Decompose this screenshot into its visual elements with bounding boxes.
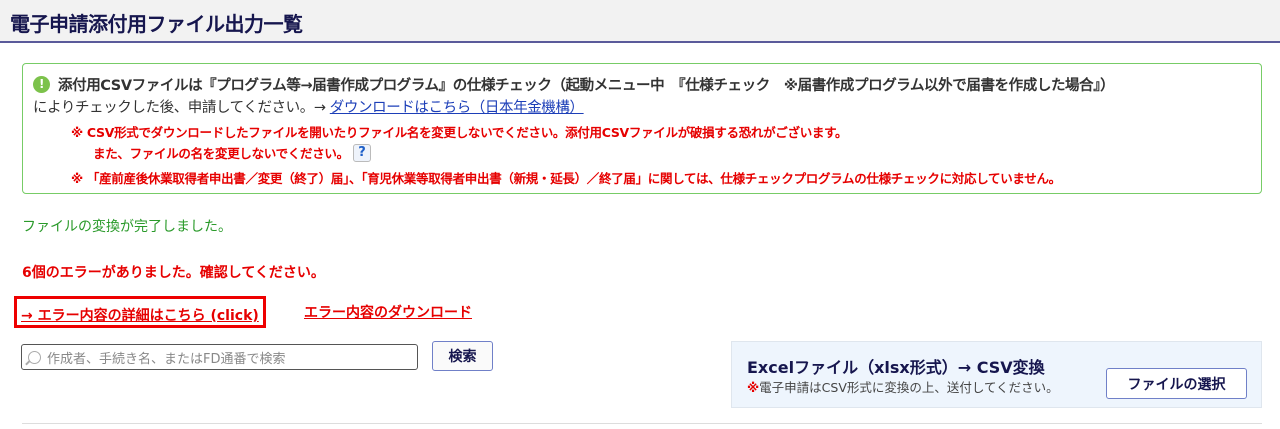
file-select-button[interactable]: ファイルの選択 xyxy=(1106,368,1247,399)
search-input[interactable]: 作成者、手続き名、またはFD通番で検索 xyxy=(21,344,418,370)
warning-csv: ※ CSV形式でダウンロードしたファイルを開いたりファイル名を変更しないでくださ… xyxy=(71,125,848,140)
notice-box: ! 添付用CSVファイルは『プログラム等→届書作成プログラム』の仕様チェック（起動… xyxy=(22,63,1262,194)
note-text: 電子申請はCSV形式に変換の上、送付してください。 xyxy=(759,380,1059,395)
excel-convert-panel: Excelファイル（xlsx形式）→ CSV変換 ※電子申請はCSV形式に変換の… xyxy=(731,341,1262,408)
warning-filename: また、ファイルの名を変更しないでください。 xyxy=(93,146,349,161)
search-button[interactable]: 検索 xyxy=(432,341,493,371)
excel-convert-title: Excelファイル（xlsx形式）→ CSV変換 xyxy=(747,358,1045,377)
note-mark: ※ xyxy=(747,380,760,395)
page-header: 電子申請添付用ファイル出力一覧 xyxy=(0,0,1280,43)
exclamation-icon: ! xyxy=(33,75,50,93)
search-placeholder: 作成者、手続き名、またはFD通番で検索 xyxy=(47,351,286,367)
error-download-link[interactable]: エラー内容のダウンロード xyxy=(300,296,476,328)
excel-convert-note: ※電子申請はCSV形式に変換の上、送付してください。 xyxy=(747,377,1059,396)
error-detail-link[interactable]: → エラー内容の詳細はこちら (click) xyxy=(14,296,266,328)
download-link[interactable]: ダウンロードはこちら（日本年金機構） xyxy=(330,100,584,116)
notice-line1: 添付用CSVファイルは『プログラム等→届書作成プログラム』の仕様チェック（起動メ… xyxy=(58,77,1115,94)
page-title: 電子申請添付用ファイル出力一覧 xyxy=(10,12,303,36)
search-icon xyxy=(28,350,41,364)
error-count-text: 6個のエラーがありました。確認してください。 xyxy=(22,265,325,281)
help-icon[interactable]: ? xyxy=(352,143,371,162)
conversion-complete-text: ファイルの変換が完了しました。 xyxy=(22,219,232,235)
divider xyxy=(22,423,1262,424)
notice-line2: によりチェックした後、申請してください。→ xyxy=(33,100,330,116)
warning-unsupported: ※ 「産前産後休業取得者申出書／変更（終了）届」、「育児休業等取得者申出書（新規… xyxy=(71,171,1061,186)
